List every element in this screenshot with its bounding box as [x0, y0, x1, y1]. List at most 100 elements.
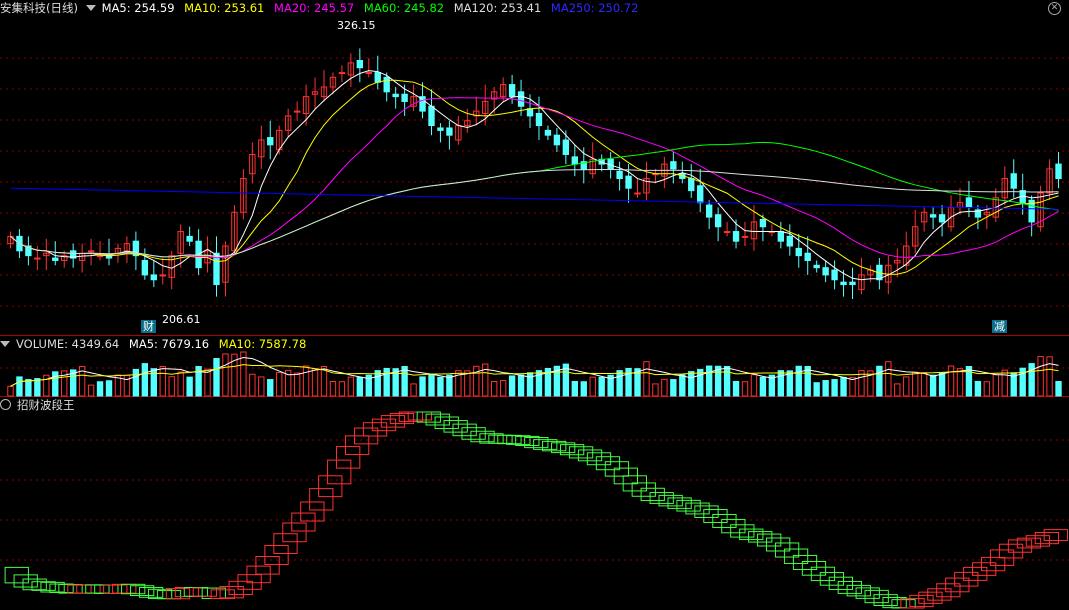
volume-bar: [105, 380, 113, 397]
volume-bar: [499, 380, 507, 397]
volume-bar: [885, 361, 892, 397]
volume-bar: [750, 374, 758, 397]
candle-body: [535, 113, 543, 127]
volume-bar: [267, 379, 274, 397]
volume-ma10-label: MA10: 7587.78: [218, 337, 307, 351]
volume-bar: [186, 376, 193, 397]
volume-bar: [517, 374, 525, 397]
volume-bar: [383, 367, 390, 397]
candle-body: [392, 93, 399, 98]
wave-box: [586, 452, 612, 466]
volume-bar: [1046, 356, 1053, 397]
candle-body: [437, 127, 444, 131]
volume-bar: [141, 363, 149, 397]
volume-bar: [329, 380, 337, 397]
volume-bar: [473, 365, 480, 397]
ma60-label: MA60: 245.82: [363, 1, 445, 15]
candle-body: [822, 267, 829, 276]
wave-box: [103, 584, 128, 594]
volume-bar: [795, 365, 802, 397]
wave-box: [730, 524, 755, 538]
volume-bar: [598, 376, 605, 397]
candle-body: [1010, 173, 1017, 189]
candle-body: [697, 185, 704, 204]
candle-body: [741, 235, 749, 238]
volume-bar: [813, 382, 820, 397]
candle-body: [849, 281, 856, 286]
volume-bar: [338, 381, 346, 397]
volume-bar: [732, 380, 740, 397]
volume-bar: [822, 380, 829, 397]
wave-box: [318, 475, 343, 498]
ma20-label: MA20: 245.57: [274, 1, 355, 15]
candle-body: [625, 175, 632, 189]
ma5-label: MA5: 254.59: [101, 1, 175, 15]
volume-bar: [464, 370, 471, 397]
dropdown-icon[interactable]: [85, 5, 96, 11]
candle-body: [383, 76, 390, 93]
ma10-line: [10, 79, 1059, 275]
volume-bar: [616, 370, 623, 397]
volume-bar: [965, 366, 973, 397]
candle-body: [141, 259, 149, 276]
wave-box: [273, 533, 298, 554]
wave-box: [864, 589, 889, 604]
candle-body: [544, 129, 552, 136]
volume-bar: [1055, 380, 1062, 397]
finance-marker[interactable]: 财: [141, 320, 156, 333]
ma5-line: [10, 70, 1059, 281]
wave-box: [255, 556, 280, 575]
volume-bar: [491, 380, 498, 397]
volume-bar: [831, 379, 838, 397]
wave-box: [909, 594, 934, 608]
volume-bar: [571, 380, 578, 397]
volume-bar: [52, 371, 59, 397]
candle-body: [338, 72, 346, 75]
wave-box: [371, 418, 397, 432]
wave-box: [819, 572, 845, 586]
volume-bar: [204, 368, 211, 397]
volume-bar: [437, 376, 444, 397]
candle-body: [965, 197, 973, 208]
volume-bar: [482, 363, 489, 397]
wave-box: [291, 512, 316, 532]
volume-bar: [947, 365, 955, 397]
volume-bar: [705, 365, 713, 397]
candle-body: [526, 108, 534, 117]
volume-panel-header: VOLUME: 4349.64 MA5: 7679.16 MA10: 7587.…: [0, 336, 312, 352]
volume-bar: [589, 376, 596, 397]
candle-body: [517, 91, 525, 107]
wave-box: [264, 544, 289, 566]
volume-bar: [213, 358, 220, 397]
wave-box: [452, 423, 477, 437]
volume-bar: [912, 371, 919, 397]
wave-box: [640, 487, 665, 502]
volume-bar: [876, 365, 883, 397]
dropdown-icon[interactable]: [0, 341, 10, 347]
reduce-marker[interactable]: 减: [992, 320, 1007, 333]
ma250-line: [10, 187, 1059, 210]
volume-bar: [759, 376, 767, 397]
candle-body: [929, 214, 937, 218]
volume-bar: [643, 361, 650, 397]
candle-body: [688, 178, 695, 192]
volume-bar: [679, 374, 686, 397]
wave-box: [85, 584, 110, 594]
wave-box: [694, 505, 719, 518]
volume-bar: [87, 384, 95, 397]
volume-bar: [276, 372, 283, 397]
volume-bar: [25, 379, 32, 397]
candle-body: [293, 110, 301, 113]
wave-box: [336, 446, 361, 469]
candle-body: [553, 134, 561, 146]
wave-box: [998, 543, 1024, 559]
candle-body: [759, 219, 767, 228]
wave-box: [300, 501, 325, 522]
candle-body: [508, 84, 516, 98]
volume-bar: [419, 376, 426, 397]
volume-bar: [222, 353, 229, 397]
wave-box: [972, 562, 997, 576]
volume-bar: [410, 383, 417, 397]
settings-icon[interactable]: [0, 399, 11, 410]
close-icon[interactable]: ✕: [1048, 2, 1061, 15]
